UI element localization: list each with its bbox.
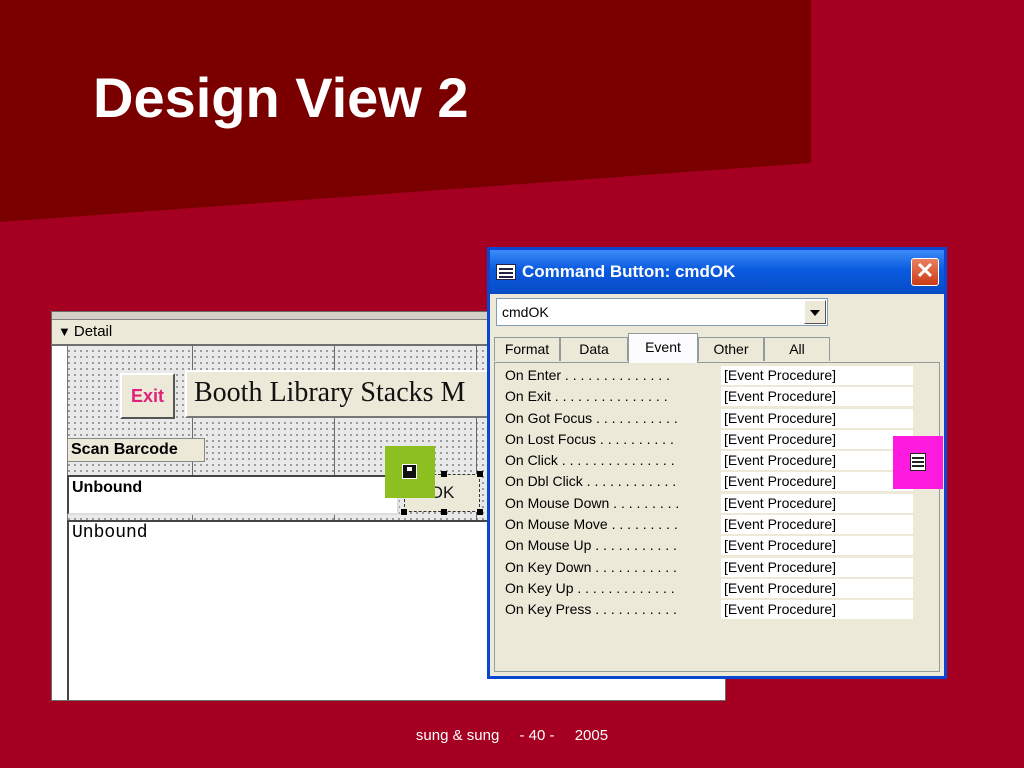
property-name: On Mouse Move . . . . . . . . . <box>505 516 678 533</box>
property-value[interactable]: [Event Procedure] <box>721 408 913 428</box>
close-icon: ✕ <box>915 258 935 283</box>
property-name: On Mouse Down . . . . . . . . . <box>505 494 680 511</box>
vertical-ruler <box>52 346 68 700</box>
property-row[interactable]: On Click . . . . . . . . . . . . . . . [E… <box>501 450 913 471</box>
exit-button[interactable]: Exit <box>120 373 175 419</box>
property-value[interactable]: [Event Procedure] <box>721 515 913 535</box>
slide-footer: sung & sung - 40 - 2005 <box>0 727 1024 744</box>
property-value[interactable]: [Event Procedure] <box>721 387 913 407</box>
property-name: On Key Up . . . . . . . . . . . . . <box>505 579 675 596</box>
detail-section-icon: ▼ <box>58 324 71 339</box>
tab-all[interactable]: All <box>764 337 830 361</box>
close-button[interactable]: ✕ <box>911 258 939 286</box>
property-name: On Exit . . . . . . . . . . . . . . . <box>505 388 668 405</box>
property-list: On Enter . . . . . . . . . . . . . . [Eve… <box>501 365 913 621</box>
event-properties-panel: On Enter . . . . . . . . . . . . . . [Eve… <box>494 362 940 672</box>
footer-page-number: - 40 - <box>519 727 555 744</box>
object-selector-value: cmdOK <box>502 304 549 320</box>
scan-barcode-label[interactable]: Scan Barcode <box>67 438 205 462</box>
property-name: On Enter . . . . . . . . . . . . . . <box>505 367 670 383</box>
property-name: On Click . . . . . . . . . . . . . . . <box>505 452 675 469</box>
property-tabs: Format Data Event Other All <box>494 333 934 363</box>
property-name: On Got Focus . . . . . . . . . . . <box>505 409 678 426</box>
property-row[interactable]: On Mouse Down . . . . . . . . . [Event Pr… <box>501 493 913 514</box>
object-selector[interactable]: cmdOK <box>496 298 828 326</box>
property-row[interactable]: On Key Down . . . . . . . . . . . [Event … <box>501 557 913 578</box>
property-name: On Key Down . . . . . . . . . . . <box>505 558 677 575</box>
property-value[interactable]: [Event Procedure] <box>721 578 913 598</box>
selection-handle[interactable] <box>441 509 447 515</box>
barcode-text-box[interactable]: Unbound <box>67 475 399 515</box>
magenta-click-marker <box>893 436 943 489</box>
property-value[interactable]: [Event Procedure] <box>721 472 913 492</box>
property-value[interactable]: [Event Procedure] <box>721 451 913 471</box>
property-value[interactable]: [Event Procedure] <box>721 536 913 556</box>
property-value[interactable]: [Event Procedure] <box>721 366 913 385</box>
properties-icon <box>496 264 516 280</box>
property-name: On Lost Focus . . . . . . . . . . <box>505 430 674 447</box>
property-name: On Dbl Click . . . . . . . . . . . . <box>505 473 677 490</box>
property-sheet-window: Command Button: cmdOK ✕ cmdOK Format Dat… <box>487 247 947 679</box>
property-sheet-title: Command Button: cmdOK <box>522 262 736 281</box>
selection-handle[interactable] <box>441 471 447 477</box>
property-value[interactable]: [Event Procedure] <box>721 600 913 620</box>
tab-event[interactable]: Event <box>628 333 698 363</box>
detail-section-label: Detail <box>73 323 113 340</box>
property-value[interactable]: [Event Procedure] <box>721 557 913 577</box>
property-row[interactable]: On Exit . . . . . . . . . . . . . . . [Ev… <box>501 386 913 407</box>
selection-handle[interactable] <box>477 471 483 477</box>
property-value[interactable]: [Event Procedure] <box>721 493 913 513</box>
build-button-icon <box>910 453 926 471</box>
property-name: On Mouse Up . . . . . . . . . . . <box>505 537 677 554</box>
property-row[interactable]: On Got Focus . . . . . . . . . . . [Event… <box>501 408 913 429</box>
property-value[interactable]: [Event Procedure] <box>721 429 913 449</box>
tab-data[interactable]: Data <box>560 337 628 361</box>
selection-handle[interactable] <box>401 509 407 515</box>
footer-author: sung & sung <box>415 727 500 744</box>
command-button-tool-icon <box>402 464 417 479</box>
footer-year: 2005 <box>574 727 609 744</box>
green-click-marker <box>385 446 435 498</box>
chevron-down-icon[interactable] <box>804 300 826 324</box>
property-row[interactable]: On Lost Focus . . . . . . . . . . [Event … <box>501 429 913 450</box>
property-row[interactable]: On Key Press . . . . . . . . . . . [Event… <box>501 599 913 620</box>
property-sheet-titlebar[interactable]: Command Button: cmdOK ✕ <box>490 250 944 294</box>
property-row[interactable]: On Enter . . . . . . . . . . . . . . [Eve… <box>501 365 913 386</box>
property-name: On Key Press . . . . . . . . . . . <box>505 601 677 618</box>
selection-handle[interactable] <box>477 509 483 515</box>
property-row[interactable]: On Mouse Up . . . . . . . . . . . [Event … <box>501 535 913 556</box>
property-row[interactable]: On Dbl Click . . . . . . . . . . . . [Eve… <box>501 471 913 492</box>
property-row[interactable]: On Mouse Move . . . . . . . . . [Event Pr… <box>501 514 913 535</box>
tab-other[interactable]: Other <box>698 337 764 361</box>
property-row[interactable]: On Key Up . . . . . . . . . . . . . [Even… <box>501 578 913 599</box>
tab-format[interactable]: Format <box>494 337 560 361</box>
slide-title: Design View 2 <box>93 66 469 129</box>
